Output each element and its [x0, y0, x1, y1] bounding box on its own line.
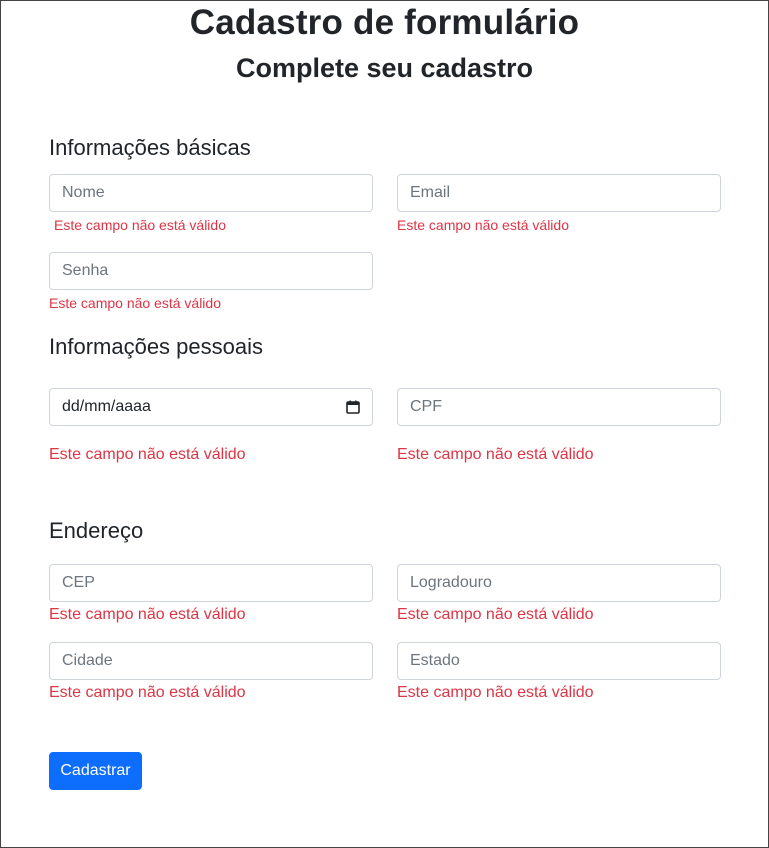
email-error: Este campo não está válido: [397, 217, 569, 233]
estado-input[interactable]: Estado: [397, 642, 721, 680]
nome-placeholder: Nome: [62, 184, 105, 201]
birthdate-value: dd/mm/aaaa: [62, 398, 151, 415]
page-subtitle: Complete seu cadastro: [235, 53, 534, 83]
nome-input[interactable]: Nome: [49, 174, 373, 212]
cep-placeholder: CEP: [62, 574, 95, 591]
form-page: Cadastro de formulário Complete seu cada…: [0, 0, 769, 848]
logradouro-input[interactable]: Logradouro: [397, 564, 721, 602]
submit-button[interactable]: Cadastrar: [49, 752, 142, 790]
cpf-input[interactable]: CPF: [397, 388, 721, 426]
page-title: Cadastro de formulário: [189, 3, 580, 42]
cidade-input[interactable]: Cidade: [49, 642, 373, 680]
nome-error: Este campo não está válido: [54, 217, 226, 233]
senha-input[interactable]: Senha: [49, 252, 373, 290]
cpf-error: Este campo não está válido: [397, 446, 594, 463]
cidade-error: Este campo não está válido: [49, 684, 246, 701]
estado-placeholder: Estado: [410, 652, 460, 669]
email-placeholder: Email: [410, 184, 451, 201]
cpf-placeholder: CPF: [410, 398, 442, 415]
senha-error: Este campo não está válido: [49, 295, 221, 311]
section-heading-personal: Informações pessoais: [49, 334, 263, 359]
cep-error: Este campo não está válido: [49, 606, 246, 623]
senha-placeholder: Senha: [62, 262, 109, 279]
calendar-icon[interactable]: [346, 400, 360, 414]
cep-input[interactable]: CEP: [49, 564, 373, 602]
estado-error: Este campo não está válido: [397, 684, 594, 701]
logradouro-placeholder: Logradouro: [410, 574, 492, 591]
section-heading-basic: Informações básicas: [49, 135, 251, 160]
logradouro-error: Este campo não está válido: [397, 606, 594, 623]
birthdate-error: Este campo não está válido: [49, 446, 246, 463]
email-input[interactable]: Email: [397, 174, 721, 212]
cidade-placeholder: Cidade: [62, 652, 113, 669]
birthdate-input[interactable]: dd/mm/aaaa: [49, 388, 373, 426]
section-heading-address: Endereço: [49, 518, 144, 543]
